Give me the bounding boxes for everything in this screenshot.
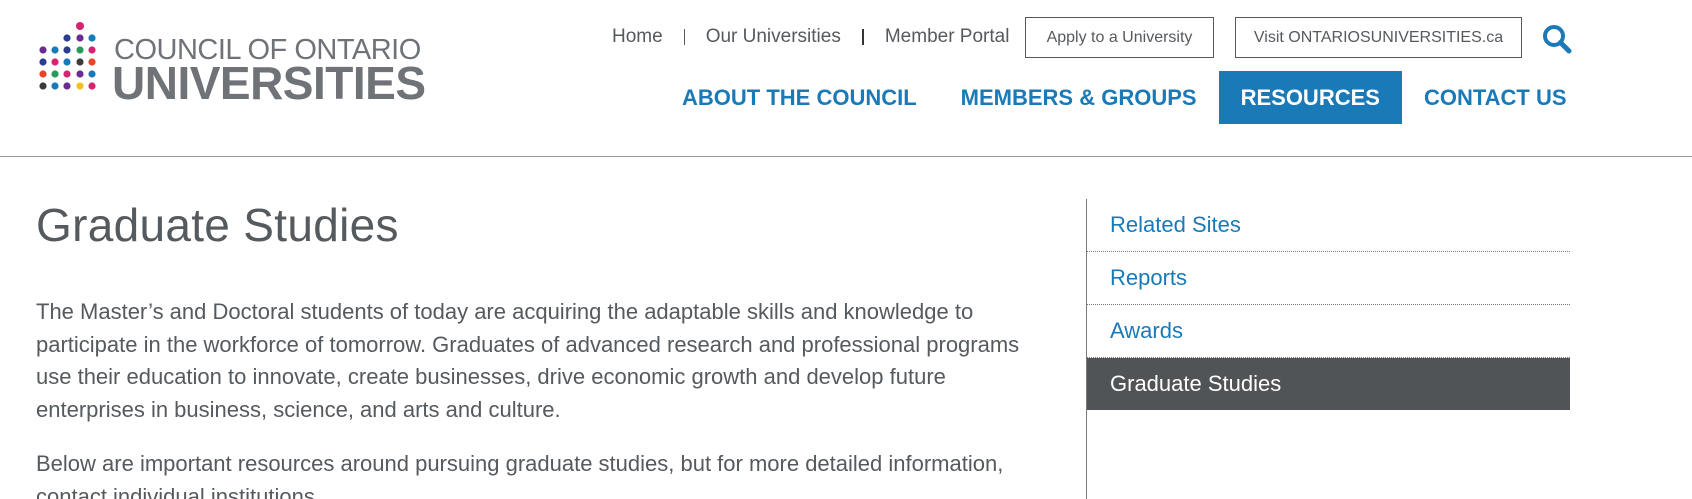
search-icon[interactable]: [1542, 24, 1572, 54]
sidebar-item-awards[interactable]: Awards: [1087, 305, 1570, 358]
sidebar-item-reports[interactable]: Reports: [1087, 252, 1570, 305]
util-divider: [861, 29, 864, 45]
intro-paragraph: The Master’s and Doctoral students of to…: [36, 299, 1020, 422]
visit-ontarios-universities-button[interactable]: Visit ONTARIOSUNIVERSITIES.ca: [1235, 17, 1522, 58]
page-title: Graduate Studies: [36, 199, 399, 251]
main-nav-resources[interactable]: RESOURCES: [1218, 71, 1402, 124]
util-link-home[interactable]: Home: [612, 26, 663, 48]
main-nav: ABOUT THE COUNCIL MEMBERS & GROUPS RESOU…: [660, 71, 1589, 124]
resources-paragraph: Below are important resources around pur…: [36, 451, 1004, 499]
apply-university-button[interactable]: Apply to a University: [1025, 17, 1214, 58]
sidebar-item-related-sites[interactable]: Related Sites: [1087, 199, 1570, 252]
cou-logo[interactable]: COUNCIL OF ONTARIO UNIVERSITIES: [38, 20, 426, 109]
utility-nav: Home Our Universities Member Portal: [612, 26, 1009, 48]
sidebar-nav: Related Sites Reports Awards Graduate St…: [1086, 199, 1570, 499]
main-nav-members-groups[interactable]: MEMBERS & GROUPS: [939, 71, 1219, 124]
logo-text-universities: UNIVERSITIES: [112, 57, 426, 109]
util-divider: [683, 29, 685, 45]
main-nav-about-the-council[interactable]: ABOUT THE COUNCIL: [660, 71, 939, 124]
main-content: Graduate Studies The Master’s and Doctor…: [36, 196, 1036, 499]
sidebar-item-graduate-studies[interactable]: Graduate Studies: [1087, 358, 1570, 410]
util-link-our-universities[interactable]: Our Universities: [706, 26, 841, 48]
logo-dots-icon: [39, 22, 96, 90]
util-link-member-portal[interactable]: Member Portal: [885, 26, 1010, 48]
main-nav-contact-us[interactable]: CONTACT US: [1402, 71, 1589, 124]
site-header: COUNCIL OF ONTARIO UNIVERSITIES Home Our…: [0, 0, 1692, 157]
